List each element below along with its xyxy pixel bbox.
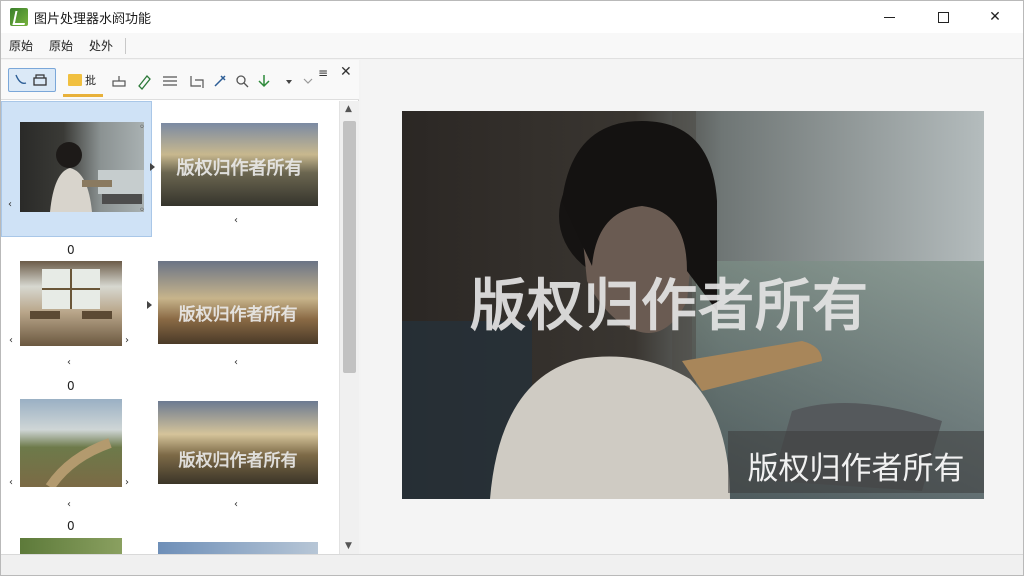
dropdown-triangle-icon xyxy=(286,80,292,84)
thumbnail-watermark: 版权归作者所有 xyxy=(176,158,303,179)
active-tool-underline xyxy=(63,94,103,97)
watermarked-thumbnail[interactable] xyxy=(158,542,318,554)
thumbnail-index: 0 xyxy=(67,519,75,533)
app-window: 图片处理器水阏功能 ✕ 原始 原始 处外 批 ≡ ✕ ◦ ◦ ‹ 版权归作者所有… xyxy=(0,0,1024,576)
folder-button-label: 批 xyxy=(85,74,96,87)
menu-item-1[interactable]: 原始 xyxy=(1,33,41,59)
preview-watermark-box: 版权归作者所有 xyxy=(728,431,984,493)
scroll-down-icon[interactable]: ▼ xyxy=(345,541,352,551)
preview-panel: 版权归作者所有 版权归作者所有 xyxy=(361,60,1023,554)
open-folder-button[interactable]: 批 xyxy=(61,68,103,92)
right-nav-marker[interactable]: › xyxy=(125,477,129,488)
crop-icon xyxy=(190,76,204,88)
download-arrow-icon xyxy=(258,75,270,88)
thumb-corner-marker: ◦ xyxy=(139,205,145,216)
thumbnail-row: ‹ › 版权归作者所有 ‹ ‹ xyxy=(1,261,339,399)
right-nav-marker[interactable]: › xyxy=(125,335,129,346)
under-marker[interactable]: ‹ xyxy=(67,499,71,510)
portrait-photo-icon xyxy=(50,142,144,212)
panel-close-button[interactable]: ✕ xyxy=(340,64,352,80)
under-marker[interactable]: ‹ xyxy=(234,499,238,510)
thumb-corner-marker: ◦ xyxy=(139,122,145,133)
folder-icon xyxy=(68,74,82,86)
scrollbar-thumb[interactable] xyxy=(343,121,356,373)
panel-menu-icon[interactable]: ≡ xyxy=(318,66,328,80)
thumbnail-watermark: 版权归作者所有 xyxy=(178,451,298,471)
vertical-scrollbar[interactable]: ▲ ▼ xyxy=(339,101,359,554)
source-thumbnail[interactable] xyxy=(20,538,122,554)
preview-watermark-small: 版权归作者所有 xyxy=(747,451,965,487)
preview-image[interactable]: 版权归作者所有 版权归作者所有 xyxy=(402,111,984,499)
thumbnail-watermark: 版权归作者所有 xyxy=(178,305,298,325)
interior-room-photo-icon xyxy=(30,269,112,319)
landscape-road-photo-icon xyxy=(45,438,112,487)
source-thumbnail[interactable] xyxy=(20,122,144,212)
thumbnail-panel: 批 ≡ ✕ ◦ ◦ ‹ 版权归作者所有 ‹ 0 ‹ › 版权归作者所有 ‹ ‹ … xyxy=(1,60,359,554)
magic-wand-icon xyxy=(214,75,226,87)
under-marker[interactable]: ‹ xyxy=(234,215,238,226)
maximize-button[interactable] xyxy=(917,1,969,33)
pen-icon xyxy=(138,75,151,90)
watermarked-thumbnail[interactable]: 版权归作者所有 xyxy=(161,123,318,206)
watermarked-thumbnail[interactable]: 版权归作者所有 xyxy=(158,261,318,344)
watermarked-thumbnail[interactable]: 版权归作者所有 xyxy=(158,401,318,484)
left-nav-marker[interactable]: ‹ xyxy=(8,199,12,210)
minimize-button[interactable] xyxy=(863,1,915,33)
chevron-down-icon xyxy=(303,78,313,84)
maximize-icon xyxy=(937,11,949,23)
text-lines-icon xyxy=(163,76,177,86)
under-marker[interactable]: ‹ xyxy=(234,357,238,368)
left-nav-marker[interactable]: ‹ xyxy=(9,335,13,346)
select-tool-button[interactable] xyxy=(8,68,56,92)
menu-item-2[interactable]: 原始 xyxy=(41,33,81,59)
status-bar xyxy=(1,554,1023,575)
scroll-up-icon[interactable]: ▲ xyxy=(345,104,352,114)
app-logo-icon xyxy=(10,8,28,26)
preview-watermark-large: 版权归作者所有 xyxy=(470,274,869,339)
menu-divider xyxy=(125,37,127,54)
minimize-icon xyxy=(883,16,895,18)
menu-item-3[interactable]: 处外 xyxy=(81,33,121,59)
thumbnail-index: 0 xyxy=(67,243,75,257)
source-thumbnail[interactable] xyxy=(20,399,122,487)
window-title: 图片处理器水阏功能 xyxy=(34,11,152,27)
eraser-icon xyxy=(112,76,126,87)
thumbnail-list: ◦ ◦ ‹ 版权归作者所有 ‹ 0 ‹ › 版权归作者所有 ‹ ‹ 0 ‹ › … xyxy=(1,101,339,554)
search-zoom-icon xyxy=(236,75,249,88)
select-brush-icon xyxy=(15,74,47,86)
left-nav-marker[interactable]: ‹ xyxy=(9,477,13,488)
arrow-right-icon xyxy=(147,301,152,309)
thumbnail-index: 0 xyxy=(67,379,75,393)
under-marker[interactable]: ‹ xyxy=(67,357,71,368)
close-window-button[interactable]: ✕ xyxy=(969,1,1021,33)
thumbnail-row: ◦ ◦ ‹ 版权归作者所有 ‹ xyxy=(1,101,339,239)
toolbar-tool-icons xyxy=(112,75,313,90)
arrow-right-icon xyxy=(150,163,155,171)
thumbnail-row: ‹ › 版权归作者所有 ‹ ‹ xyxy=(1,399,339,537)
menu-bar: 原始 原始 处外 xyxy=(1,33,1023,59)
thumbnail-toolbar: 批 ≡ ✕ xyxy=(1,60,359,100)
title-bar: 图片处理器水阏功能 ✕ xyxy=(1,1,1023,33)
source-thumbnail[interactable] xyxy=(20,261,122,346)
